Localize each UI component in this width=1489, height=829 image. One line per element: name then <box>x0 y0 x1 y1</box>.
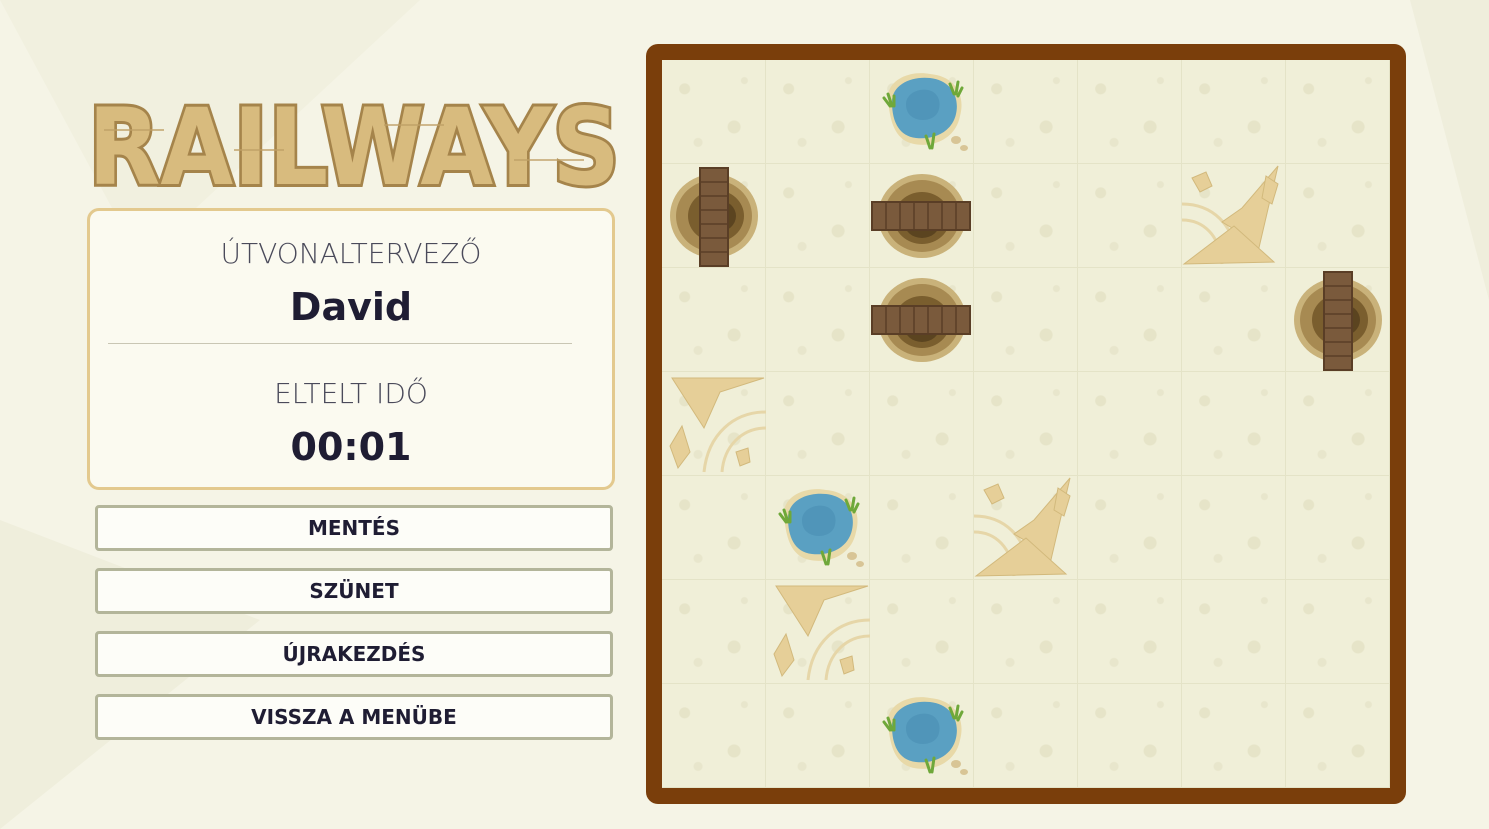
restart-button[interactable]: ÚJRAKEZDÉS <box>95 631 613 677</box>
board-cell-empty[interactable] <box>974 268 1078 372</box>
board-cell-bridge-horizontal[interactable] <box>870 268 974 372</box>
elapsed-time-value: 00:01 <box>290 425 412 469</box>
board-cell-bridge-vertical[interactable] <box>1286 268 1390 372</box>
info-divider <box>108 343 572 344</box>
board-cell-empty[interactable] <box>1286 372 1390 476</box>
bridge-vertical-tile-icon <box>670 167 758 267</box>
player-name: David <box>289 285 413 329</box>
board-cell-empty[interactable] <box>1286 164 1390 268</box>
mountain-b-tile-icon <box>669 377 766 473</box>
oasis-tile-icon <box>882 697 968 775</box>
board-cell-empty[interactable] <box>662 684 766 788</box>
board-cell-empty[interactable] <box>1078 684 1182 788</box>
board-cell-empty[interactable] <box>974 372 1078 476</box>
board-cell-empty[interactable] <box>1182 268 1286 372</box>
board-cell-empty[interactable] <box>1078 372 1182 476</box>
planner-label: ÚTVONALTERVEZŐ <box>220 237 482 270</box>
board-cell-empty[interactable] <box>766 268 870 372</box>
game-board <box>662 60 1390 788</box>
board-cell-mountain-b[interactable] <box>766 580 870 684</box>
board-cell-empty[interactable] <box>766 60 870 164</box>
board-cell-empty[interactable] <box>1286 684 1390 788</box>
board-cell-empty[interactable] <box>1182 684 1286 788</box>
board-cell-empty[interactable] <box>1182 476 1286 580</box>
board-cell-empty[interactable] <box>974 684 1078 788</box>
board-cell-empty[interactable] <box>870 580 974 684</box>
bridge-horizontal-tile-icon <box>871 174 971 258</box>
board-cell-empty[interactable] <box>1078 268 1182 372</box>
board-cell-empty[interactable] <box>1078 580 1182 684</box>
board-cell-empty[interactable] <box>1182 60 1286 164</box>
board-cell-empty[interactable] <box>766 372 870 476</box>
board-cell-oasis[interactable] <box>766 476 870 580</box>
board-cell-mountain-a[interactable] <box>1182 164 1286 268</box>
board-cell-empty[interactable] <box>662 60 766 164</box>
pause-button[interactable]: SZÜNET <box>95 568 613 614</box>
board-cell-empty[interactable] <box>766 684 870 788</box>
board-cell-mountain-a[interactable] <box>974 476 1078 580</box>
board-cell-empty[interactable] <box>1286 580 1390 684</box>
board-cell-bridge-vertical[interactable] <box>662 164 766 268</box>
board-cell-empty[interactable] <box>974 580 1078 684</box>
save-button[interactable]: MENTÉS <box>95 505 613 551</box>
bridge-vertical-tile-icon <box>1294 271 1382 371</box>
board-cell-empty[interactable] <box>974 164 1078 268</box>
game-logo: RAILWAYS <box>84 83 624 212</box>
board-cell-empty[interactable] <box>974 60 1078 164</box>
board-cell-empty[interactable] <box>662 476 766 580</box>
elapsed-time-label: ELTELT IDŐ <box>274 377 428 410</box>
board-cell-empty[interactable] <box>1182 580 1286 684</box>
board-cell-empty[interactable] <box>662 268 766 372</box>
mountain-a-tile-icon <box>974 477 1071 577</box>
back-to-menu-button[interactable]: VISSZA A MENÜBE <box>95 694 613 740</box>
board-cell-bridge-horizontal[interactable] <box>870 164 974 268</box>
board-cell-empty[interactable] <box>870 476 974 580</box>
logo-text: RAILWAYS <box>88 90 620 194</box>
oasis-tile-icon <box>882 73 968 151</box>
board-cell-empty[interactable] <box>1286 60 1390 164</box>
bridge-horizontal-tile-icon <box>871 278 971 362</box>
board-cell-empty[interactable] <box>662 580 766 684</box>
oasis-tile-icon <box>778 489 864 567</box>
board-cell-mountain-b[interactable] <box>662 372 766 476</box>
board-cell-oasis[interactable] <box>870 684 974 788</box>
board-cell-empty[interactable] <box>1286 476 1390 580</box>
board-cell-empty[interactable] <box>1078 476 1182 580</box>
info-panel: ÚTVONALTERVEZŐ David ELTELT IDŐ 00:01 <box>87 208 615 490</box>
board-cell-empty[interactable] <box>1182 372 1286 476</box>
mountain-a-tile-icon <box>1182 165 1279 265</box>
mountain-b-tile-icon <box>773 585 870 681</box>
board-cell-oasis[interactable] <box>870 60 974 164</box>
board-cell-empty[interactable] <box>1078 164 1182 268</box>
board-cell-empty[interactable] <box>1078 60 1182 164</box>
board-cell-empty[interactable] <box>766 164 870 268</box>
board-cell-empty[interactable] <box>870 372 974 476</box>
